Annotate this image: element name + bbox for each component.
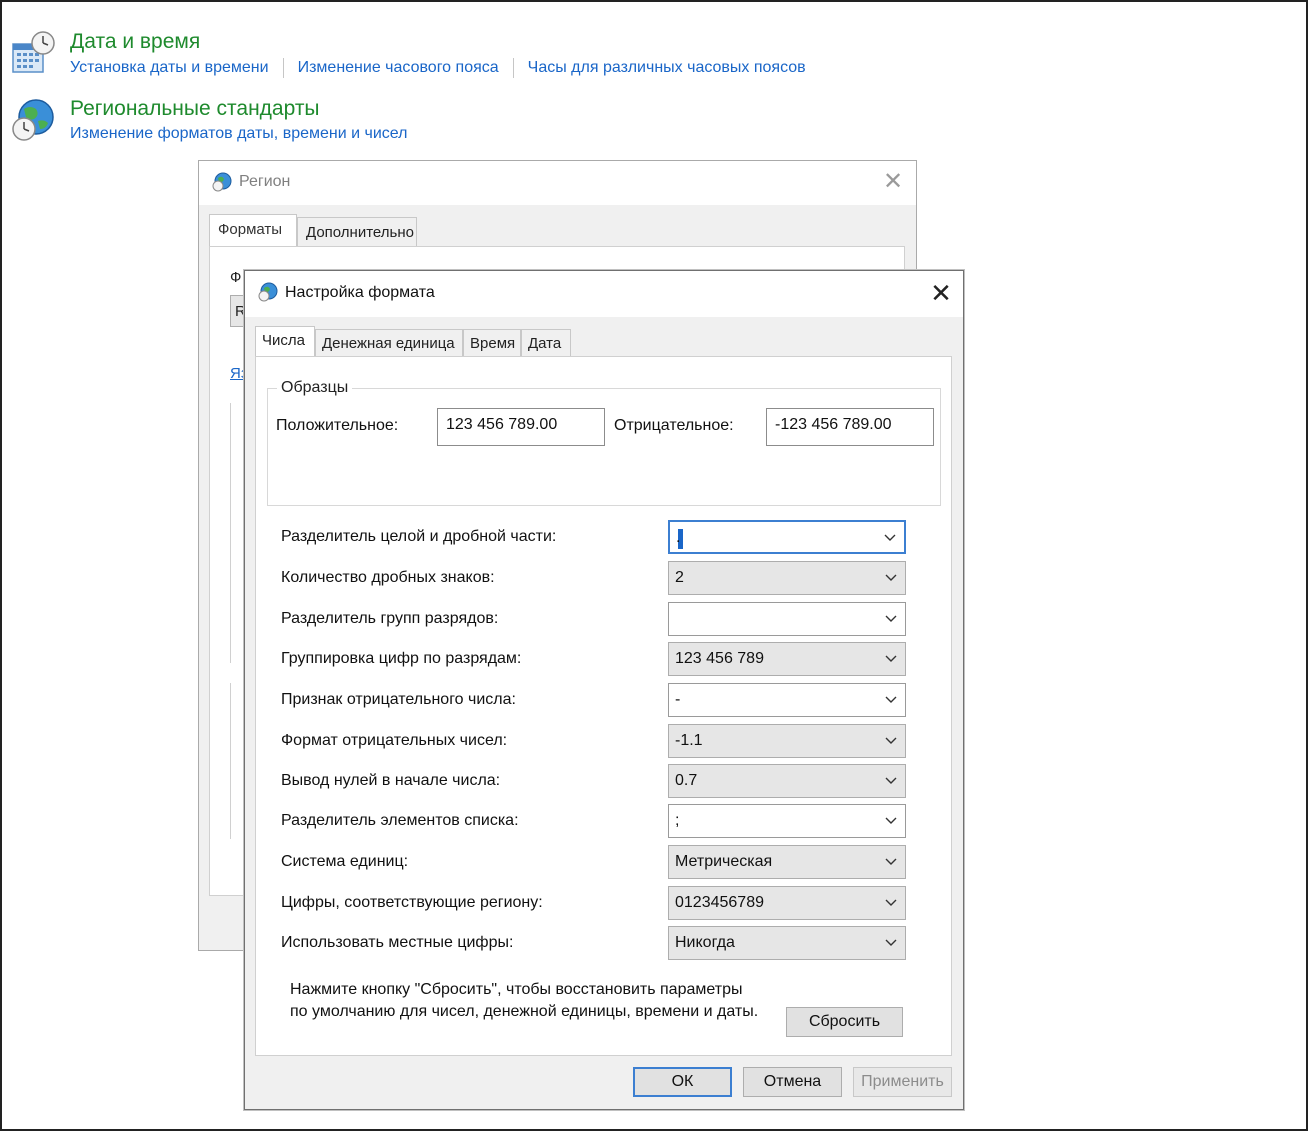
tab-numbers[interactable]: Числа — [255, 326, 315, 357]
format-label-fragment: Ф — [230, 269, 242, 286]
globe-icon — [258, 282, 278, 302]
change-timezone-link[interactable]: Изменение часового пояса — [298, 59, 499, 77]
format-dialog: Настройка формата ✕ Числа Денежная едини… — [244, 270, 964, 1110]
negative-sign-value: - — [675, 691, 681, 708]
chevron-down-icon[interactable] — [883, 612, 899, 626]
region-window-title: Регион — [239, 173, 291, 190]
dialog-titlebar[interactable]: Настройка формата ✕ — [245, 271, 963, 317]
ok-button[interactable]: ОК — [633, 1067, 732, 1097]
use-native-digits-combo[interactable]: Никогда — [668, 926, 906, 960]
samples-legend: Образцы — [277, 379, 353, 397]
positive-sample-field: 123 456 789.00 — [437, 408, 605, 446]
tab-date[interactable]: Дата — [521, 329, 571, 357]
negative-number-format-combo[interactable]: -1.1 — [668, 724, 906, 758]
link-separator — [512, 58, 514, 78]
digit-grouping-label: Группировка цифр по разрядам: — [281, 650, 522, 667]
apply-button[interactable]: Применить — [853, 1067, 952, 1097]
chevron-down-icon[interactable] — [883, 774, 899, 788]
tab-time[interactable]: Время — [463, 329, 521, 357]
chevron-down-icon[interactable] — [883, 896, 899, 910]
decimal-separator-combo[interactable]: . — [668, 520, 906, 554]
negative-label: Отрицательное: — [614, 417, 734, 434]
measurement-system-value: Метрическая — [675, 853, 773, 870]
chevron-down-icon[interactable] — [883, 652, 899, 666]
decimal-digits-value: 2 — [675, 569, 684, 586]
list-separator-value: ; — [675, 812, 680, 829]
use-native-digits-value: Никогда — [675, 934, 735, 951]
decimal-digits-label: Количество дробных знаков: — [281, 569, 495, 586]
list-separator-combo[interactable]: ; — [668, 804, 906, 838]
additional-clocks-link[interactable]: Часы для различных часовых поясов — [528, 59, 806, 77]
negative-number-format-value: -1.1 — [675, 732, 703, 749]
link-separator — [282, 58, 284, 78]
decimal-separator-value: . — [676, 529, 681, 546]
digit-grouping-combo[interactable]: 123 456 789 — [668, 642, 906, 676]
chevron-down-icon[interactable] — [883, 734, 899, 748]
regional-links: Изменение форматов даты, времени и чисел — [70, 125, 407, 143]
chevron-down-icon[interactable] — [883, 571, 899, 585]
native-digits-value: 0123456789 — [675, 894, 764, 911]
region-titlebar[interactable]: Регион ✕ — [199, 161, 916, 205]
leading-zeros-value: 0.7 — [675, 772, 698, 789]
list-separator-label: Разделитель элементов списка: — [281, 812, 519, 829]
native-digits-combo[interactable]: 0123456789 — [668, 886, 906, 920]
negative-number-format-label: Формат отрицательных чисел: — [281, 732, 508, 749]
reset-note: Нажмите кнопку "Сбросить", чтобы восстан… — [290, 981, 759, 1020]
cancel-button[interactable]: Отмена — [743, 1067, 842, 1097]
set-date-time-link[interactable]: Установка даты и времени — [70, 59, 269, 77]
chevron-down-icon[interactable] — [882, 531, 898, 545]
globe-clock-icon — [12, 99, 54, 141]
chevron-down-icon[interactable] — [883, 814, 899, 828]
globe-icon — [212, 172, 232, 192]
regional-title[interactable]: Региональные стандарты — [70, 97, 320, 121]
measurement-system-label: Система единиц: — [281, 853, 409, 870]
decimal-separator-label: Разделитель целой и дробной части: — [281, 528, 557, 545]
calendar-clock-icon — [12, 31, 55, 73]
digit-grouping-value: 123 456 789 — [675, 650, 764, 667]
numbers-panel: Образцы Положительное: 123 456 789.00 От… — [255, 356, 952, 1056]
digit-group-separator-combo[interactable] — [668, 602, 906, 636]
region-close-button[interactable]: ✕ — [880, 169, 906, 195]
negative-sample-field: -123 456 789.00 — [766, 408, 934, 446]
decimal-digits-combo[interactable]: 2 — [668, 561, 906, 595]
leading-zeros-label: Вывод нулей в начале числа: — [281, 772, 501, 789]
chevron-down-icon[interactable] — [883, 936, 899, 950]
dialog-title: Настройка формата — [285, 284, 435, 301]
digit-group-separator-label: Разделитель групп разрядов: — [281, 610, 499, 627]
chevron-down-icon[interactable] — [883, 693, 899, 707]
chevron-down-icon[interactable] — [883, 855, 899, 869]
datetime-links: Установка даты и времени Изменение часово… — [70, 58, 806, 78]
use-native-digits-label: Использовать местные цифры: — [281, 934, 514, 951]
tab-formats[interactable]: Форматы — [209, 214, 297, 247]
change-formats-link[interactable]: Изменение форматов даты, времени и чисел — [70, 125, 407, 143]
negative-sign-label: Признак отрицательного числа: — [281, 691, 516, 708]
reset-button[interactable]: Сбросить — [786, 1007, 903, 1037]
positive-label: Положительное: — [276, 417, 399, 434]
tab-additional[interactable]: Дополнительно — [297, 217, 417, 247]
datetime-title[interactable]: Дата и время — [70, 30, 200, 54]
measurement-system-combo[interactable]: Метрическая — [668, 845, 906, 879]
leading-zeros-combo[interactable]: 0.7 — [668, 764, 906, 798]
tab-currency[interactable]: Денежная единица — [315, 329, 463, 357]
negative-sign-combo[interactable]: - — [668, 683, 906, 717]
native-digits-label: Цифры, соответствующие региону: — [281, 894, 543, 911]
dialog-close-button[interactable]: ✕ — [927, 280, 955, 308]
samples-group — [267, 388, 941, 506]
